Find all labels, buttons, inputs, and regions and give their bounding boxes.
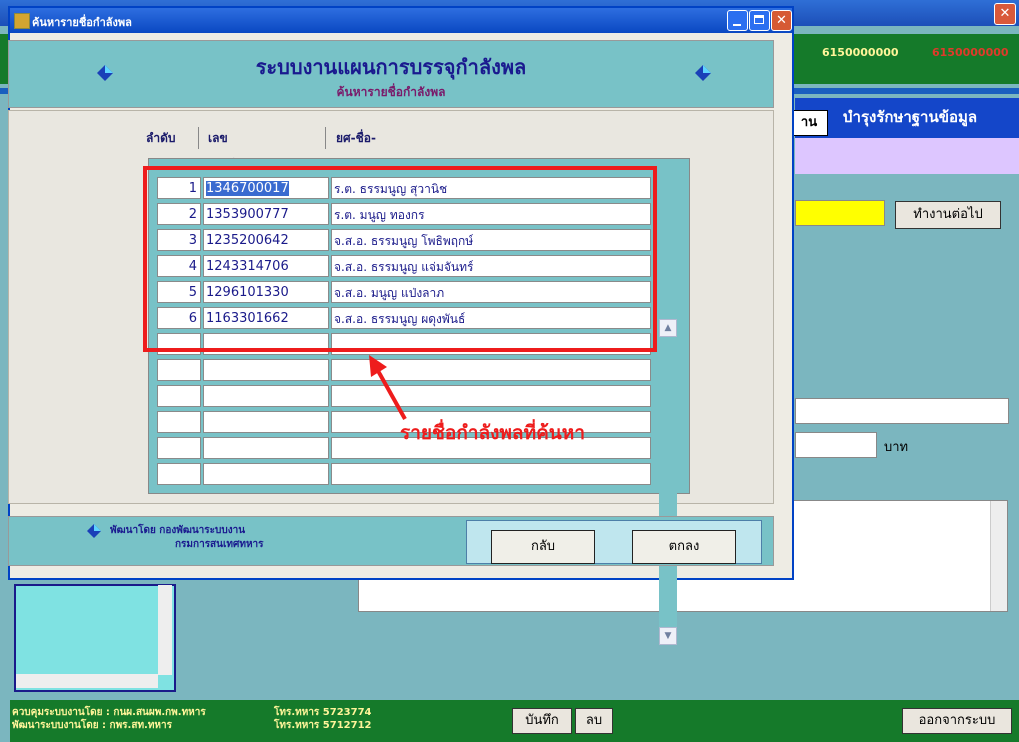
exit-button[interactable]: ออกจากระบบ	[902, 708, 1012, 734]
row-number-cell[interactable]	[157, 463, 201, 485]
personnel-id-cell[interactable]	[203, 411, 329, 433]
dialog-title: ค้นหารายชื่อกำลังพล	[32, 16, 132, 29]
diamond-right-icon	[695, 65, 711, 81]
info-number-1: 6150000000	[822, 46, 899, 59]
row-number-cell[interactable]	[157, 359, 201, 381]
personnel-id-cell[interactable]	[203, 437, 329, 459]
textarea-scrollbar[interactable]	[990, 501, 1007, 611]
personnel-id-cell[interactable]	[203, 385, 329, 407]
row-number-cell[interactable]	[157, 437, 201, 459]
col-header-order: ลำดับ	[146, 131, 176, 145]
amount-field[interactable]	[795, 432, 877, 458]
annotation-label: รายชื่อกำลังพลที่ค้นหา	[400, 422, 585, 444]
grid-scrollbar[interactable]: ▲ ▼	[659, 319, 677, 645]
back-button[interactable]: กลับ	[491, 530, 595, 564]
minimize-button[interactable]	[727, 10, 748, 31]
developer-line-2: กรมการสนเทศทหาร	[175, 539, 264, 550]
left-horizontal-scrollbar[interactable]	[16, 674, 158, 688]
row-number-cell[interactable]	[157, 385, 201, 407]
continue-button[interactable]: ทำงานต่อไป	[895, 201, 1001, 229]
personnel-name-cell[interactable]	[331, 463, 651, 485]
background-close-button[interactable]: ✕	[994, 3, 1016, 25]
scroll-down-icon[interactable]: ▼	[659, 627, 677, 645]
annotation-arrow-icon	[369, 355, 407, 420]
col-divider	[325, 127, 326, 149]
row-number-cell[interactable]	[157, 411, 201, 433]
personnel-id-cell[interactable]	[203, 359, 329, 381]
developer-line-1: พัฒนาโดย กองพัฒนาระบบงาน	[110, 525, 246, 536]
footer-develop-text: พัฒนาระบบงานโดย : กพร.สท.ทหาร	[12, 720, 173, 731]
scroll-up-icon[interactable]: ▲	[659, 319, 677, 337]
footer-phone-2: โทร.ทหาร 5712712	[274, 720, 372, 731]
left-vertical-scrollbar[interactable]	[158, 585, 172, 675]
text-field[interactable]	[795, 398, 1009, 424]
col-header-id: เลขประจำตัว	[208, 131, 242, 197]
save-button[interactable]: บันทึก	[512, 708, 572, 734]
lavender-panel	[795, 138, 1019, 174]
col-divider	[198, 127, 199, 149]
menu-tab[interactable]: าน	[790, 110, 828, 136]
delete-button[interactable]: ลบ	[575, 708, 613, 734]
highlight-annotation-box	[143, 166, 657, 352]
col-header-name: ยศ-ชื่อ-นามสกุล	[336, 131, 381, 171]
dialog-header-panel: ระบบงานแผนการบรรจุกำลังพล ค้นหารายชื่อกำ…	[8, 40, 774, 108]
maximize-button[interactable]	[749, 10, 770, 31]
diamond-footer-icon	[87, 524, 101, 538]
currency-label: บาท	[884, 440, 909, 455]
menu-tab-maintenance[interactable]: บำรุงรักษาฐานข้อมูล	[843, 105, 977, 129]
highlight-input[interactable]	[795, 200, 885, 226]
app-icon	[14, 13, 30, 29]
system-subtitle: ค้นหารายชื่อกำลังพล	[336, 85, 446, 99]
ok-button[interactable]: ตกลง	[632, 530, 736, 564]
diamond-left-icon	[97, 65, 113, 81]
personnel-id-cell[interactable]	[203, 463, 329, 485]
info-number-2: 6150000000	[932, 46, 1009, 59]
dialog-titlebar[interactable]: ค้นหารายชื่อกำลังพล ✕	[10, 8, 792, 33]
close-button[interactable]: ✕	[771, 10, 792, 31]
system-title: ระบบงานแผนการบรรจุกำลังพล	[255, 55, 527, 79]
